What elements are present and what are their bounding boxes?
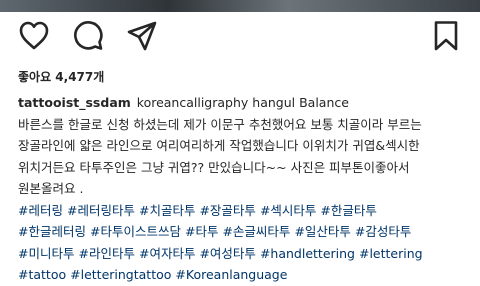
caption-line: 바른스를 한글로 신청 하셨는데 제가 이문구 추천했어요 보통 치골이라 부르… [18, 116, 422, 132]
caption-line: 장골라인에 얇은 라인으로 여리여리하게 작업했습니다 이위치가 귀엽&섹시한 [18, 138, 420, 153]
comment-icon[interactable] [72, 20, 104, 52]
hashtag-line: #한글레터링 #타투이스트쓰담 #타투 #손글씨타투 #일산타투 #감성타투 [18, 221, 468, 243]
hashtag-link[interactable]: #섹시타투 [260, 203, 316, 218]
post-caption: tattooist_ssdam koreancalligraphy hangul … [18, 92, 468, 286]
hashtag-link[interactable]: #tattoo [18, 267, 66, 282]
hashtag-link[interactable]: #미니타투 [18, 246, 74, 261]
hashtag-link[interactable]: #손글씨타투 [222, 224, 290, 239]
hashtag-line: #레터링 #레터링타투 #치골타투 #장골타투 #섹시타투 #한글타투 [18, 200, 468, 222]
caption-line: tattooist_ssdam koreancalligraphy hangul … [18, 92, 468, 114]
caption-text: koreancalligraphy hangul Balance [136, 95, 349, 110]
hashtag-link[interactable]: #Koreanlanguage [175, 267, 287, 282]
hashtag-link[interactable]: #레터링타투 [67, 203, 135, 218]
hashtag-link[interactable]: #한글레터링 [18, 224, 86, 239]
hashtag-link[interactable]: #감성타투 [355, 224, 411, 239]
username-link[interactable]: tattooist_ssdam [18, 95, 131, 110]
hashtag-link[interactable]: #letteringtattoo [70, 267, 171, 282]
hashtag-link[interactable]: #여성타투 [199, 246, 255, 261]
action-bar [0, 12, 480, 60]
heart-icon[interactable] [18, 20, 50, 52]
hashtag-link[interactable]: #handlettering [260, 246, 355, 261]
hashtag-link[interactable]: #장골타투 [199, 203, 255, 218]
hashtag-link[interactable]: #라인타투 [78, 246, 134, 261]
hashtag-line: #tattoo #letteringtattoo #Koreanlanguage [18, 264, 468, 286]
hashtag-link[interactable]: #레터링 [18, 203, 63, 218]
bookmark-icon[interactable] [430, 20, 462, 52]
caption-line: 원본올려요 . [18, 181, 84, 196]
hashtag-link[interactable]: #치골타투 [139, 203, 195, 218]
hashtag-link[interactable]: #한글타투 [320, 203, 376, 218]
share-icon[interactable] [126, 20, 158, 52]
hashtag-line: #미니타투 #라인타투 #여자타투 #여성타투 #handlettering #lette… [18, 243, 468, 265]
post-photo-edge [0, 0, 480, 12]
hashtag-link[interactable]: #여자타투 [139, 246, 195, 261]
hashtag-link[interactable]: #일산타투 [294, 224, 350, 239]
like-count[interactable]: 좋아요 4,477개 [18, 68, 104, 85]
caption-line: 위치거든요 타투주인은 그냥 귀엽?? 만있습니다~~ 사진은 피부톤이좋아서 [18, 159, 410, 175]
hashtag-link[interactable]: #lettering [359, 246, 423, 261]
hashtag-link[interactable]: #타투이스트쓰담 [90, 224, 181, 239]
hashtag-link[interactable]: #타투 [185, 224, 218, 239]
